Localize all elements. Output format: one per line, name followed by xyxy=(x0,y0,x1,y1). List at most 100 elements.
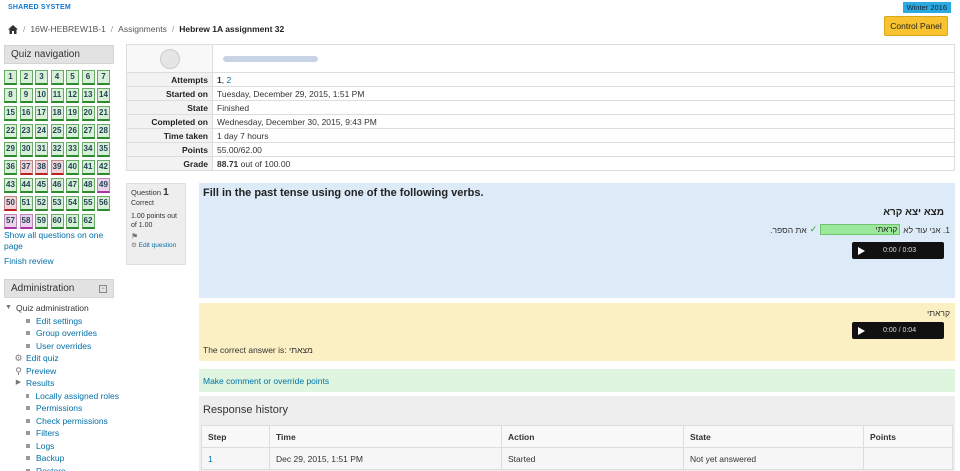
question-button[interactable]: 26 xyxy=(66,124,79,139)
admin-item[interactable]: Restore xyxy=(4,465,119,471)
answer-input[interactable]: קראתי xyxy=(820,224,901,235)
admin-item[interactable]: Logs xyxy=(4,440,119,453)
user-avatar[interactable] xyxy=(159,48,180,69)
question-button[interactable]: 30 xyxy=(19,142,33,157)
admin-item-label[interactable]: Restore xyxy=(36,465,66,471)
control-panel-button[interactable]: Control Panel xyxy=(884,16,948,36)
question-button[interactable]: 6 xyxy=(81,70,95,85)
question-button[interactable]: 23 xyxy=(19,124,33,139)
question-button[interactable]: 4 xyxy=(50,70,64,85)
admin-item[interactable]: Permissions xyxy=(4,402,119,415)
question-button[interactable]: 61 xyxy=(66,214,79,229)
question-button[interactable]: 20 xyxy=(81,106,95,121)
finish-review-link[interactable]: Finish review xyxy=(4,256,54,266)
audio-player[interactable]: 0:00 / 0:03 xyxy=(852,242,944,259)
question-button[interactable]: 35 xyxy=(97,142,110,157)
question-button[interactable]: 62 xyxy=(81,214,95,229)
flag-icon[interactable]: ⚑ xyxy=(131,232,181,241)
question-button[interactable]: 29 xyxy=(4,142,17,157)
question-button[interactable]: 22 xyxy=(4,124,17,139)
question-button[interactable]: 15 xyxy=(4,106,17,121)
breadcrumb-assignments[interactable]: Assignments xyxy=(118,24,167,34)
question-button[interactable]: 33 xyxy=(66,142,79,157)
collapse-icon[interactable]: − xyxy=(99,284,107,293)
question-button[interactable]: 56 xyxy=(97,196,110,211)
question-button[interactable]: 38 xyxy=(35,160,48,175)
admin-item-label[interactable]: Edit settings xyxy=(36,315,82,328)
make-comment-link[interactable]: Make comment or override points xyxy=(203,376,329,386)
question-button[interactable]: 51 xyxy=(19,196,33,211)
admin-item-label[interactable]: Preview xyxy=(26,365,56,378)
question-button[interactable]: 1 xyxy=(4,70,17,85)
question-button[interactable]: 46 xyxy=(50,178,64,193)
question-button[interactable]: 19 xyxy=(66,106,79,121)
question-button[interactable]: 16 xyxy=(19,106,33,121)
admin-item[interactable]: Filters xyxy=(4,427,119,440)
question-button[interactable]: 47 xyxy=(66,178,79,193)
question-button[interactable]: 27 xyxy=(81,124,95,139)
question-button[interactable]: 8 xyxy=(4,88,17,103)
question-button[interactable]: 7 xyxy=(97,70,110,85)
show-all-questions-link[interactable]: Show all questions on one page xyxy=(4,230,114,252)
question-button[interactable]: 42 xyxy=(97,160,110,175)
question-button[interactable]: 5 xyxy=(66,70,79,85)
admin-item-label[interactable]: Locally assigned roles xyxy=(35,390,119,403)
question-button[interactable]: 40 xyxy=(66,160,79,175)
history-step[interactable]: 1 xyxy=(201,447,270,470)
question-button[interactable]: 59 xyxy=(35,214,48,229)
question-button[interactable]: 37 xyxy=(19,160,33,175)
admin-item[interactable]: User overrides xyxy=(4,340,119,353)
question-button[interactable]: 44 xyxy=(19,178,33,193)
question-button[interactable]: 60 xyxy=(50,214,64,229)
question-button[interactable]: 54 xyxy=(66,196,79,211)
question-button[interactable]: 28 xyxy=(97,124,110,139)
question-button[interactable]: 52 xyxy=(35,196,48,211)
admin-item-label[interactable]: Group overrides xyxy=(36,327,97,340)
question-button[interactable]: 36 xyxy=(4,160,17,175)
admin-item-label[interactable]: Logs xyxy=(36,440,54,453)
admin-item-label[interactable]: Check permissions xyxy=(36,415,108,428)
admin-item[interactable]: ⚙ Edit quiz xyxy=(4,352,119,365)
question-button[interactable]: 2 xyxy=(19,70,33,85)
question-button[interactable]: 53 xyxy=(50,196,64,211)
question-button[interactable]: 31 xyxy=(35,142,48,157)
admin-item[interactable]: Backup xyxy=(4,452,119,465)
edit-question-link[interactable]: ⚙ Edit question xyxy=(131,241,181,250)
question-button[interactable]: 3 xyxy=(35,70,48,85)
play-icon[interactable] xyxy=(858,246,865,255)
admin-item-label[interactable]: User overrides xyxy=(36,340,91,353)
question-button[interactable]: 32 xyxy=(50,142,64,157)
term-badge[interactable]: Winter 2016 xyxy=(902,2,951,13)
admin-item-label[interactable]: Backup xyxy=(36,452,64,465)
breadcrumb-course[interactable]: 16W-HEBREW1B-1 xyxy=(30,24,105,34)
question-button[interactable]: 45 xyxy=(35,178,48,193)
question-button[interactable]: 14 xyxy=(97,88,110,103)
question-button[interactable]: 57 xyxy=(4,214,17,229)
question-button[interactable]: 9 xyxy=(19,88,33,103)
question-button[interactable]: 25 xyxy=(50,124,64,139)
admin-item[interactable]: ▶ Results xyxy=(4,377,119,390)
question-button[interactable]: 41 xyxy=(81,160,95,175)
admin-item[interactable]: ⚲ Preview xyxy=(4,365,119,378)
feedback-audio-player[interactable]: 0:00 / 0:04 xyxy=(852,322,944,339)
question-button[interactable]: 12 xyxy=(66,88,79,103)
question-button[interactable]: 13 xyxy=(81,88,95,103)
question-button[interactable]: 55 xyxy=(81,196,95,211)
admin-item[interactable]: Check permissions xyxy=(4,415,119,428)
admin-item-label[interactable]: Edit quiz xyxy=(26,352,59,365)
quiz-administration-label[interactable]: Quiz administration xyxy=(16,302,89,315)
question-button[interactable]: 17 xyxy=(35,106,48,121)
question-button[interactable]: 50 xyxy=(4,196,17,211)
play-icon[interactable] xyxy=(858,326,865,335)
question-button[interactable]: 18 xyxy=(50,106,64,121)
admin-item-label[interactable]: Filters xyxy=(36,427,59,440)
question-button[interactable]: 10 xyxy=(35,88,48,103)
question-button[interactable]: 11 xyxy=(50,88,64,103)
question-button[interactable]: 24 xyxy=(35,124,48,139)
quiz-administration-node[interactable]: ▼ Quiz administration xyxy=(4,302,119,315)
question-button[interactable]: 34 xyxy=(81,142,95,157)
admin-item[interactable]: Group overrides xyxy=(4,327,119,340)
user-name-blurred[interactable] xyxy=(223,56,318,63)
question-button[interactable]: 49 xyxy=(97,178,110,193)
question-button[interactable]: 21 xyxy=(97,106,110,121)
